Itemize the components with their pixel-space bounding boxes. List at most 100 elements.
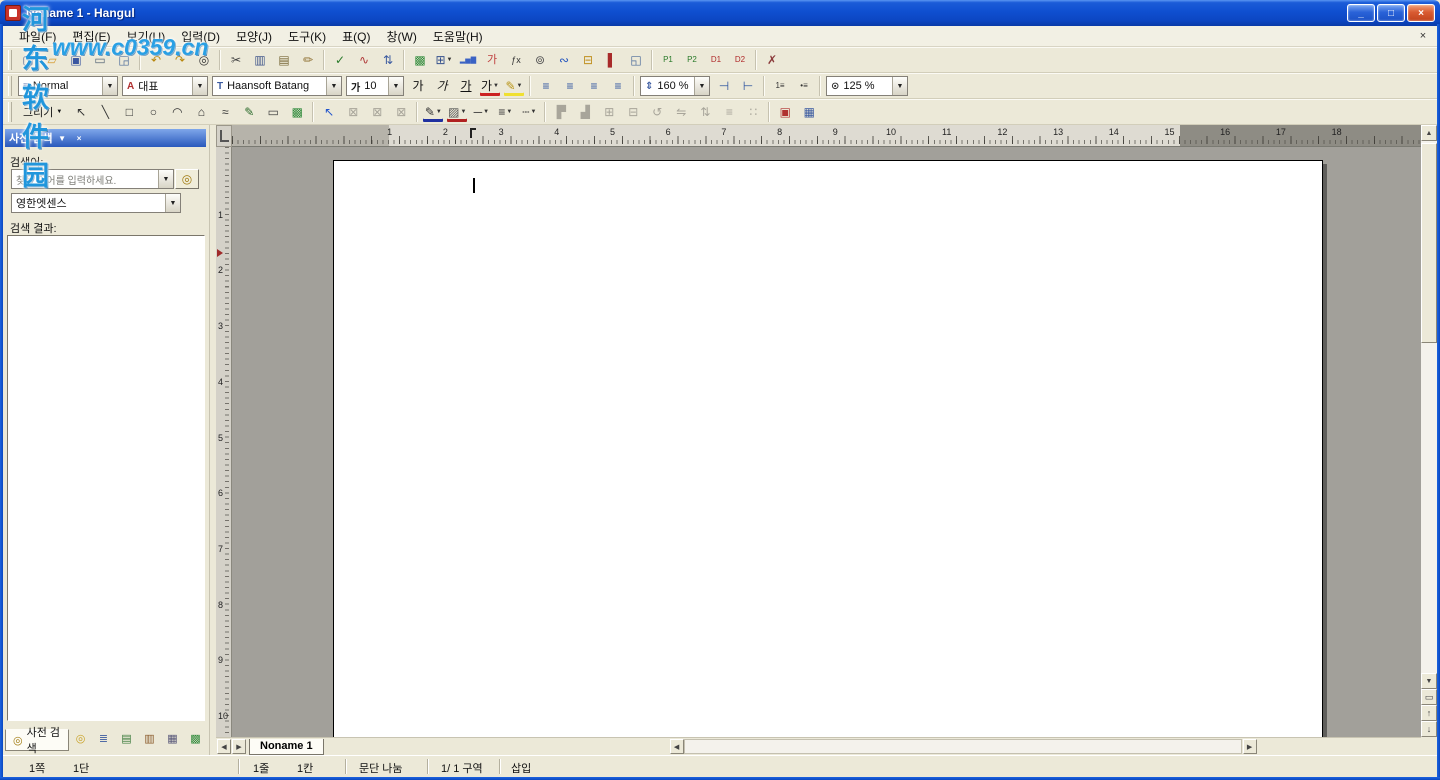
outline-icon[interactable]: ▤ (116, 729, 137, 750)
correction-mark-icon[interactable]: ✗ (761, 49, 783, 71)
vertical-scroll-thumb[interactable] (1421, 143, 1437, 343)
toolbar-grip[interactable] (8, 50, 12, 70)
font-combo[interactable]: T Haansoft Batang ▼ (212, 76, 342, 96)
view-option-button[interactable]: ▭ (1421, 689, 1437, 705)
line-tool-icon[interactable]: ╲ (94, 101, 116, 123)
bookmark-icon[interactable]: ▌ (601, 49, 623, 71)
search-button[interactable]: ◎ (175, 169, 199, 189)
char-overlap-icon[interactable]: ⊚ (529, 49, 551, 71)
menu-format[interactable]: 모양(J) (228, 26, 280, 47)
panel-collapse-icon[interactable]: ▼ (55, 132, 70, 145)
insert-table-icon[interactable]: ⊞▼ (433, 49, 455, 71)
toolbar-grip[interactable] (8, 76, 12, 96)
sort-icon[interactable]: ⇅ (377, 49, 399, 71)
clipboard-icon[interactable]: ▦ (162, 729, 183, 750)
index-icon[interactable]: ≣ (93, 729, 114, 750)
horizontal-ruler[interactable]: 123456789101112131415161718 (232, 125, 1421, 147)
dash-style-icon[interactable]: ┄▼ (518, 101, 540, 123)
paste-icon[interactable]: ▤ (273, 49, 295, 71)
search-results-list[interactable] (7, 235, 205, 721)
status-insert-mode[interactable]: 삽입 (511, 760, 531, 776)
close-button[interactable]: × (1407, 4, 1435, 22)
tab-marker[interactable] (470, 128, 476, 138)
line-width-icon[interactable]: ≡▼ (494, 101, 516, 123)
copy-format-icon[interactable]: ✏ (297, 49, 319, 71)
find-icon[interactable]: ◎ (193, 49, 215, 71)
fill-color-icon[interactable]: ▨▼ (446, 101, 468, 123)
copy-icon[interactable]: ▥ (249, 49, 271, 71)
document-close-icon[interactable]: × (1415, 30, 1431, 42)
footnote-icon[interactable]: D1 (705, 49, 727, 71)
insert-chart-icon[interactable]: ▂▅▇ (457, 49, 479, 71)
menu-help[interactable]: 도움말(H) (425, 26, 491, 47)
scroll-left-button[interactable]: ◀ (670, 739, 684, 754)
object-select-icon[interactable]: ↖ (318, 101, 340, 123)
scroll-down-button[interactable]: ▼ (1421, 673, 1437, 689)
underline-icon[interactable]: 가 (455, 75, 477, 97)
dropdown-arrow-icon[interactable]: ▼ (102, 77, 117, 95)
insert-date-icon[interactable]: ⊟ (577, 49, 599, 71)
open-icon[interactable]: ▱ (41, 49, 63, 71)
vertical-scroll-track[interactable] (1421, 343, 1437, 673)
numbered-list-icon[interactable]: 1≡ (769, 75, 791, 97)
align-right-icon[interactable]: ≡ (607, 75, 629, 97)
indent-increase-icon[interactable]: ⊢ (737, 75, 759, 97)
endnote-icon[interactable]: D2 (729, 49, 751, 71)
select-tool-icon[interactable]: ↖ (70, 101, 92, 123)
page-number-second-icon[interactable]: P2 (681, 49, 703, 71)
line-style-icon[interactable]: ─▼ (470, 101, 492, 123)
horizontal-scroll-track[interactable] (684, 739, 1242, 754)
minimize-button[interactable]: _ (1347, 4, 1375, 22)
menu-table[interactable]: 표(Q) (334, 26, 378, 47)
cut-icon[interactable]: ✂ (225, 49, 247, 71)
dropdown-arrow-icon[interactable]: ▼ (158, 170, 173, 188)
ruler-corner[interactable] (216, 125, 232, 147)
dictionary-select[interactable]: 영한엣센스 ▼ (11, 193, 181, 213)
align-center-icon[interactable]: ≡ (583, 75, 605, 97)
spell-check-icon[interactable]: ✓ (329, 49, 351, 71)
font-size-combo[interactable]: 가 10 ▼ (346, 76, 404, 96)
insert-wordart-icon[interactable]: 가 (481, 49, 503, 71)
gallery-icon[interactable]: ▩ (185, 729, 206, 750)
pen-tool-icon[interactable]: ✎ (238, 101, 260, 123)
curve-tool-icon[interactable]: ≈ (214, 101, 236, 123)
zoom-combo[interactable]: ⊙ 125 % ▼ (826, 76, 908, 96)
quick-search-icon[interactable]: ◎ (70, 729, 91, 750)
panel-splitter[interactable] (210, 125, 216, 755)
maximize-button[interactable]: □ (1377, 4, 1405, 22)
document-canvas[interactable] (232, 147, 1421, 737)
vertical-scrollbar[interactable]: ▲ ▼ ▭ ↑ ↓ (1421, 125, 1437, 737)
rectangle-tool-icon[interactable]: □ (118, 101, 140, 123)
menu-window[interactable]: 창(W) (379, 26, 425, 47)
browse-icon[interactable]: ◱ (625, 49, 647, 71)
italic-icon[interactable]: 가 (431, 75, 453, 97)
drawing-menu-button[interactable]: 그리기 ▼ (16, 101, 69, 123)
align-justify-icon[interactable]: ≡ (535, 75, 557, 97)
dropdown-arrow-icon[interactable]: ▼ (165, 194, 180, 212)
save-icon[interactable]: ▣ (65, 49, 87, 71)
memo-icon[interactable]: ▥ (139, 729, 160, 750)
page-number-first-icon[interactable]: P1 (657, 49, 679, 71)
tab-scroll-next-button[interactable]: ▶ (232, 739, 246, 754)
ellipse-tool-icon[interactable]: ○ (142, 101, 164, 123)
tab-dictionary-search[interactable]: ◎ 사전 검색 (5, 729, 69, 751)
text-box-tool-icon[interactable]: ▭ (262, 101, 284, 123)
undo-icon[interactable]: ↶ (145, 49, 167, 71)
panel-close-icon[interactable]: × (72, 132, 87, 145)
previous-page-button[interactable]: ↑ (1421, 705, 1437, 721)
menu-file[interactable]: 파일(F) (11, 26, 64, 47)
title-bar[interactable]: Noname 1 - Hangul _ □ × (0, 0, 1440, 26)
dropdown-arrow-icon[interactable]: ▼ (388, 77, 403, 95)
pen-color-icon[interactable]: ✎▼ (422, 101, 444, 123)
margin-marker[interactable] (217, 249, 223, 257)
search-input[interactable]: 찾을 단어를 입력하세요. ▼ (11, 169, 174, 189)
dropdown-arrow-icon[interactable]: ▼ (892, 77, 907, 95)
vertical-ruler[interactable]: 12345678910 (216, 147, 232, 737)
align-left-icon[interactable]: ≡ (559, 75, 581, 97)
picture-tool-icon[interactable]: ▩ (286, 101, 308, 123)
line-spacing-combo[interactable]: ⇕ 160 % ▼ (640, 76, 710, 96)
dropdown-arrow-icon[interactable]: ▼ (192, 77, 207, 95)
char-style-combo[interactable]: A 대표 ▼ (122, 76, 208, 96)
bullet-list-icon[interactable]: •≡ (793, 75, 815, 97)
grid-icon[interactable]: ▦ (798, 101, 820, 123)
